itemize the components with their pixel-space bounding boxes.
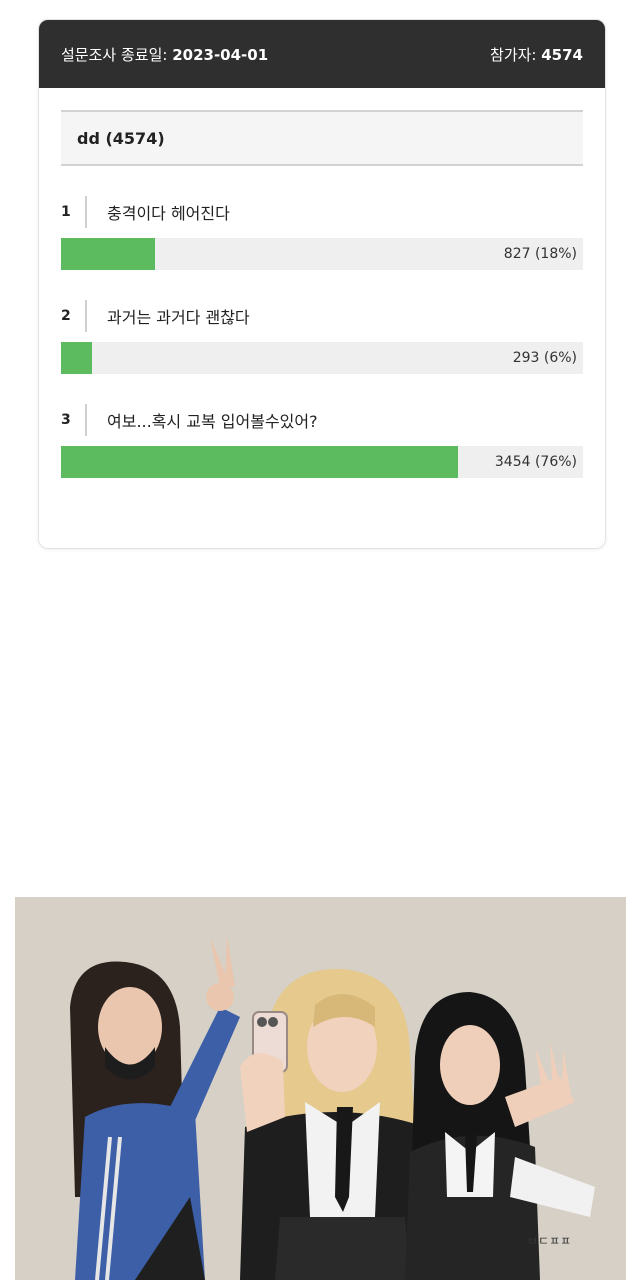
option-head: 2 과거는 과거다 괜찮다 [61,300,583,332]
result-count: 293 (6%) [512,350,577,366]
participants-label: 참가자: [490,45,542,64]
option-number: 3 [61,412,71,428]
right-character-figure: ㅂㄷㅍㅍ [405,992,595,1280]
result-bar-fill [61,238,155,270]
poll-participants: 참가자: 4574 [490,44,583,65]
end-date-label: 설문조사 종료일: [61,45,173,64]
option-divider [85,300,87,332]
result-count: 827 (18%) [503,246,577,262]
participants-count: 4574 [541,45,583,64]
result-bar-track: 3454 (76%) [61,446,583,478]
option-number: 2 [61,308,71,324]
left-character-figure [70,935,240,1280]
option-number: 1 [61,204,71,220]
poll-end-date: 설문조사 종료일: 2023-04-01 [61,44,268,65]
option-divider [85,196,87,228]
option-head: 1 충격이다 헤어진다 [61,196,583,228]
result-bar-track: 293 (6%) [61,342,583,374]
result-bar-fill [61,342,93,374]
middle-character-figure [240,968,430,1280]
result-count: 3454 (76%) [494,454,577,470]
option-divider [85,404,87,436]
poll-body: dd (4574) 1 충격이다 헤어진다 827 (18%) 2 과거는 과거… [39,88,605,478]
result-bar-track: 827 (18%) [61,238,583,270]
option-label: 과거는 과거다 괜찮다 [107,308,250,327]
poll-card: 설문조사 종료일: 2023-04-01 참가자: 4574 dd (4574)… [38,19,606,549]
poll-header: 설문조사 종료일: 2023-04-01 참가자: 4574 [39,20,605,88]
end-date-value: 2023-04-01 [172,45,269,64]
poll-option-3[interactable]: 3 여보...혹시 교복 입어볼수있어? 3454 (76%) [61,404,583,478]
option-label: 여보...혹시 교복 입어볼수있어? [107,412,318,431]
illustration-drawing: ㅂㄷㅍㅍ [70,935,595,1280]
poll-option-2[interactable]: 2 과거는 과거다 괜찮다 293 (6%) [61,300,583,374]
illustration-signature: ㅂㄷㅍㅍ [527,1234,571,1248]
option-head: 3 여보...혹시 교복 입어볼수있어? [61,404,583,436]
illustration-image: ㅂㄷㅍㅍ [15,897,626,1280]
option-label: 충격이다 헤어진다 [107,204,230,223]
result-bar-fill [61,446,458,478]
poll-option-1[interactable]: 1 충격이다 헤어진다 827 (18%) [61,196,583,270]
poll-question: dd (4574) [61,110,583,166]
